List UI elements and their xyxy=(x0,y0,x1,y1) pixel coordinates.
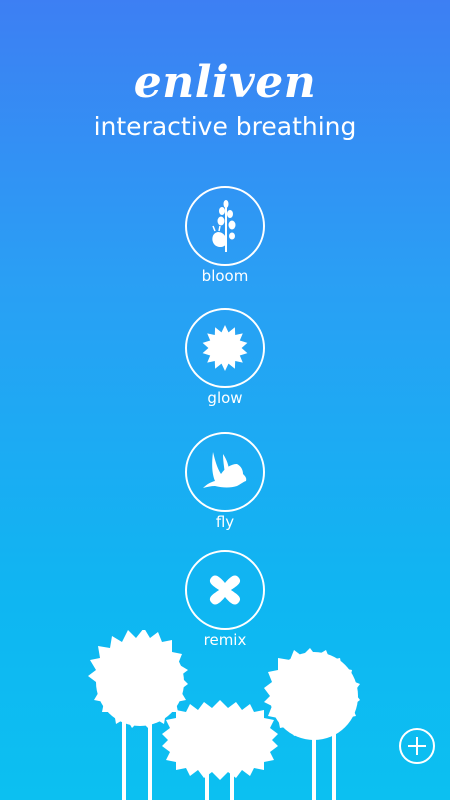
mode-glow-button[interactable] xyxy=(185,308,265,388)
flower-head xyxy=(88,630,188,728)
flower-head xyxy=(264,648,360,740)
mode-remix-button[interactable] xyxy=(185,550,265,630)
app-logo: enliven xyxy=(133,57,317,108)
mode-glow-label: glow xyxy=(207,389,243,407)
mode-bloom-label: bloom xyxy=(201,267,249,285)
mode-fly-label: fly xyxy=(215,513,235,531)
flower-head xyxy=(162,700,278,780)
mode-bloom-button[interactable] xyxy=(185,186,265,266)
mode-bloom[interactable]: bloom xyxy=(185,186,265,285)
flower-stem xyxy=(332,730,336,800)
flower-decoration xyxy=(88,630,360,800)
sun-icon xyxy=(202,325,248,371)
app-subtitle: interactive breathing xyxy=(93,112,357,141)
mode-glow[interactable]: glow xyxy=(185,308,265,407)
add-button[interactable] xyxy=(399,728,435,764)
bird-icon xyxy=(203,452,247,488)
mode-fly-button[interactable] xyxy=(185,432,265,512)
bloom-flower-icon xyxy=(212,200,236,252)
mode-fly[interactable]: fly xyxy=(185,432,265,531)
remix-x-icon xyxy=(209,575,241,605)
app-header: enliven interactive breathing xyxy=(0,56,450,142)
flower-stem xyxy=(312,730,316,800)
